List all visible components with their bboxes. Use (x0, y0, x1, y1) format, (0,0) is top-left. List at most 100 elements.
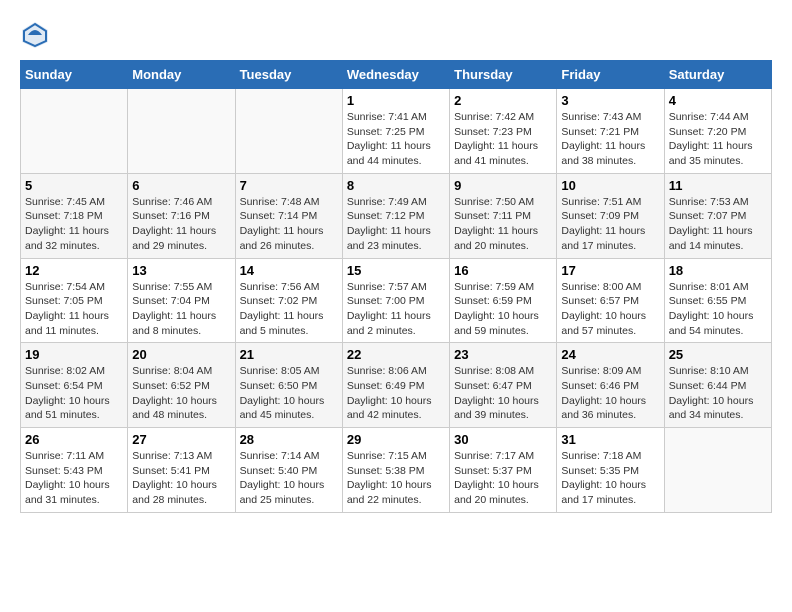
day-number: 14 (240, 263, 338, 278)
day-detail: Sunrise: 7:51 AM Sunset: 7:09 PM Dayligh… (561, 195, 659, 254)
calendar-cell: 1 Sunrise: 7:41 AM Sunset: 7:25 PM Daylig… (342, 89, 449, 174)
day-detail: Sunrise: 7:55 AM Sunset: 7:04 PM Dayligh… (132, 280, 230, 339)
day-number: 10 (561, 178, 659, 193)
calendar-cell: 28 Sunrise: 7:14 AM Sunset: 5:40 PM Dayli… (235, 428, 342, 513)
calendar-cell: 3 Sunrise: 7:43 AM Sunset: 7:21 PM Daylig… (557, 89, 664, 174)
day-number: 3 (561, 93, 659, 108)
calendar-cell: 11 Sunrise: 7:53 AM Sunset: 7:07 PM Dayli… (664, 173, 771, 258)
day-header-tuesday: Tuesday (235, 61, 342, 89)
day-header-friday: Friday (557, 61, 664, 89)
day-detail: Sunrise: 8:06 AM Sunset: 6:49 PM Dayligh… (347, 364, 445, 423)
calendar-cell: 6 Sunrise: 7:46 AM Sunset: 7:16 PM Daylig… (128, 173, 235, 258)
day-detail: Sunrise: 8:10 AM Sunset: 6:44 PM Dayligh… (669, 364, 767, 423)
day-detail: Sunrise: 8:00 AM Sunset: 6:57 PM Dayligh… (561, 280, 659, 339)
day-detail: Sunrise: 7:11 AM Sunset: 5:43 PM Dayligh… (25, 449, 123, 508)
day-detail: Sunrise: 8:08 AM Sunset: 6:47 PM Dayligh… (454, 364, 552, 423)
calendar-cell: 19 Sunrise: 8:02 AM Sunset: 6:54 PM Dayli… (21, 343, 128, 428)
day-number: 7 (240, 178, 338, 193)
calendar-cell: 22 Sunrise: 8:06 AM Sunset: 6:49 PM Dayli… (342, 343, 449, 428)
calendar-cell: 26Sunrise: 7:11 AM Sunset: 5:43 PM Dayli… (21, 428, 128, 513)
week-row-2: 5Sunrise: 7:45 AM Sunset: 7:18 PM Daylig… (21, 173, 772, 258)
day-detail: Sunrise: 8:02 AM Sunset: 6:54 PM Dayligh… (25, 364, 123, 423)
calendar-cell (128, 89, 235, 174)
calendar-cell (664, 428, 771, 513)
day-detail: Sunrise: 7:13 AM Sunset: 5:41 PM Dayligh… (132, 449, 230, 508)
day-number: 8 (347, 178, 445, 193)
day-detail: Sunrise: 7:17 AM Sunset: 5:37 PM Dayligh… (454, 449, 552, 508)
calendar-body: 1 Sunrise: 7:41 AM Sunset: 7:25 PM Daylig… (21, 89, 772, 513)
header-row: SundayMondayTuesdayWednesdayThursdayFrid… (21, 61, 772, 89)
day-header-thursday: Thursday (450, 61, 557, 89)
calendar-cell: 15 Sunrise: 7:57 AM Sunset: 7:00 PM Dayli… (342, 258, 449, 343)
day-detail: Sunrise: 7:54 AM Sunset: 7:05 PM Dayligh… (25, 280, 123, 339)
day-number: 1 (347, 93, 445, 108)
calendar-cell: 10 Sunrise: 7:51 AM Sunset: 7:09 PM Dayli… (557, 173, 664, 258)
calendar-cell: 5Sunrise: 7:45 AM Sunset: 7:18 PM Daylig… (21, 173, 128, 258)
day-number: 29 (347, 432, 445, 447)
day-header-monday: Monday (128, 61, 235, 89)
day-number: 2 (454, 93, 552, 108)
day-number: 22 (347, 347, 445, 362)
day-number: 16 (454, 263, 552, 278)
day-detail: Sunrise: 7:59 AM Sunset: 6:59 PM Dayligh… (454, 280, 552, 339)
calendar-cell: 25 Sunrise: 8:10 AM Sunset: 6:44 PM Dayli… (664, 343, 771, 428)
logo (20, 20, 54, 50)
calendar-cell: 13 Sunrise: 7:55 AM Sunset: 7:04 PM Dayli… (128, 258, 235, 343)
week-row-4: 19 Sunrise: 8:02 AM Sunset: 6:54 PM Dayli… (21, 343, 772, 428)
day-number: 15 (347, 263, 445, 278)
day-number: 11 (669, 178, 767, 193)
calendar-cell: 16 Sunrise: 7:59 AM Sunset: 6:59 PM Dayli… (450, 258, 557, 343)
calendar-cell: 18 Sunrise: 8:01 AM Sunset: 6:55 PM Dayli… (664, 258, 771, 343)
day-detail: Sunrise: 7:41 AM Sunset: 7:25 PM Dayligh… (347, 110, 445, 169)
calendar-cell (235, 89, 342, 174)
calendar-cell: 27 Sunrise: 7:13 AM Sunset: 5:41 PM Dayli… (128, 428, 235, 513)
day-detail: Sunrise: 7:48 AM Sunset: 7:14 PM Dayligh… (240, 195, 338, 254)
day-number: 18 (669, 263, 767, 278)
day-detail: Sunrise: 8:04 AM Sunset: 6:52 PM Dayligh… (132, 364, 230, 423)
day-detail: Sunrise: 7:57 AM Sunset: 7:00 PM Dayligh… (347, 280, 445, 339)
calendar-header: SundayMondayTuesdayWednesdayThursdayFrid… (21, 61, 772, 89)
day-number: 31 (561, 432, 659, 447)
day-detail: Sunrise: 7:49 AM Sunset: 7:12 PM Dayligh… (347, 195, 445, 254)
day-number: 17 (561, 263, 659, 278)
day-number: 6 (132, 178, 230, 193)
calendar-cell: 21 Sunrise: 8:05 AM Sunset: 6:50 PM Dayli… (235, 343, 342, 428)
day-detail: Sunrise: 7:53 AM Sunset: 7:07 PM Dayligh… (669, 195, 767, 254)
calendar-cell: 17 Sunrise: 8:00 AM Sunset: 6:57 PM Dayli… (557, 258, 664, 343)
day-detail: Sunrise: 7:43 AM Sunset: 7:21 PM Dayligh… (561, 110, 659, 169)
calendar-cell: 7 Sunrise: 7:48 AM Sunset: 7:14 PM Daylig… (235, 173, 342, 258)
calendar-cell: 4Sunrise: 7:44 AM Sunset: 7:20 PM Daylig… (664, 89, 771, 174)
day-number: 12 (25, 263, 123, 278)
calendar-cell: 24 Sunrise: 8:09 AM Sunset: 6:46 PM Dayli… (557, 343, 664, 428)
calendar-cell: 8 Sunrise: 7:49 AM Sunset: 7:12 PM Daylig… (342, 173, 449, 258)
calendar-cell: 12 Sunrise: 7:54 AM Sunset: 7:05 PM Dayli… (21, 258, 128, 343)
day-detail: Sunrise: 8:01 AM Sunset: 6:55 PM Dayligh… (669, 280, 767, 339)
day-detail: Sunrise: 7:50 AM Sunset: 7:11 PM Dayligh… (454, 195, 552, 254)
day-number: 13 (132, 263, 230, 278)
day-detail: Sunrise: 7:18 AM Sunset: 5:35 PM Dayligh… (561, 449, 659, 508)
day-number: 19 (25, 347, 123, 362)
week-row-3: 12 Sunrise: 7:54 AM Sunset: 7:05 PM Dayli… (21, 258, 772, 343)
day-detail: Sunrise: 7:56 AM Sunset: 7:02 PM Dayligh… (240, 280, 338, 339)
day-number: 23 (454, 347, 552, 362)
day-detail: Sunrise: 7:46 AM Sunset: 7:16 PM Dayligh… (132, 195, 230, 254)
day-detail: Sunrise: 8:09 AM Sunset: 6:46 PM Dayligh… (561, 364, 659, 423)
calendar-cell: 30 Sunrise: 7:17 AM Sunset: 5:37 PM Dayli… (450, 428, 557, 513)
day-detail: Sunrise: 7:14 AM Sunset: 5:40 PM Dayligh… (240, 449, 338, 508)
week-row-1: 1 Sunrise: 7:41 AM Sunset: 7:25 PM Daylig… (21, 89, 772, 174)
calendar-cell: 9Sunrise: 7:50 AM Sunset: 7:11 PM Daylig… (450, 173, 557, 258)
day-number: 24 (561, 347, 659, 362)
day-number: 25 (669, 347, 767, 362)
logo-icon (20, 20, 50, 50)
day-detail: Sunrise: 7:44 AM Sunset: 7:20 PM Dayligh… (669, 110, 767, 169)
day-header-sunday: Sunday (21, 61, 128, 89)
day-detail: Sunrise: 7:15 AM Sunset: 5:38 PM Dayligh… (347, 449, 445, 508)
week-row-5: 26Sunrise: 7:11 AM Sunset: 5:43 PM Dayli… (21, 428, 772, 513)
page-header (20, 20, 772, 50)
day-detail: Sunrise: 8:05 AM Sunset: 6:50 PM Dayligh… (240, 364, 338, 423)
day-number: 28 (240, 432, 338, 447)
day-number: 21 (240, 347, 338, 362)
calendar-cell (21, 89, 128, 174)
day-number: 30 (454, 432, 552, 447)
day-number: 27 (132, 432, 230, 447)
